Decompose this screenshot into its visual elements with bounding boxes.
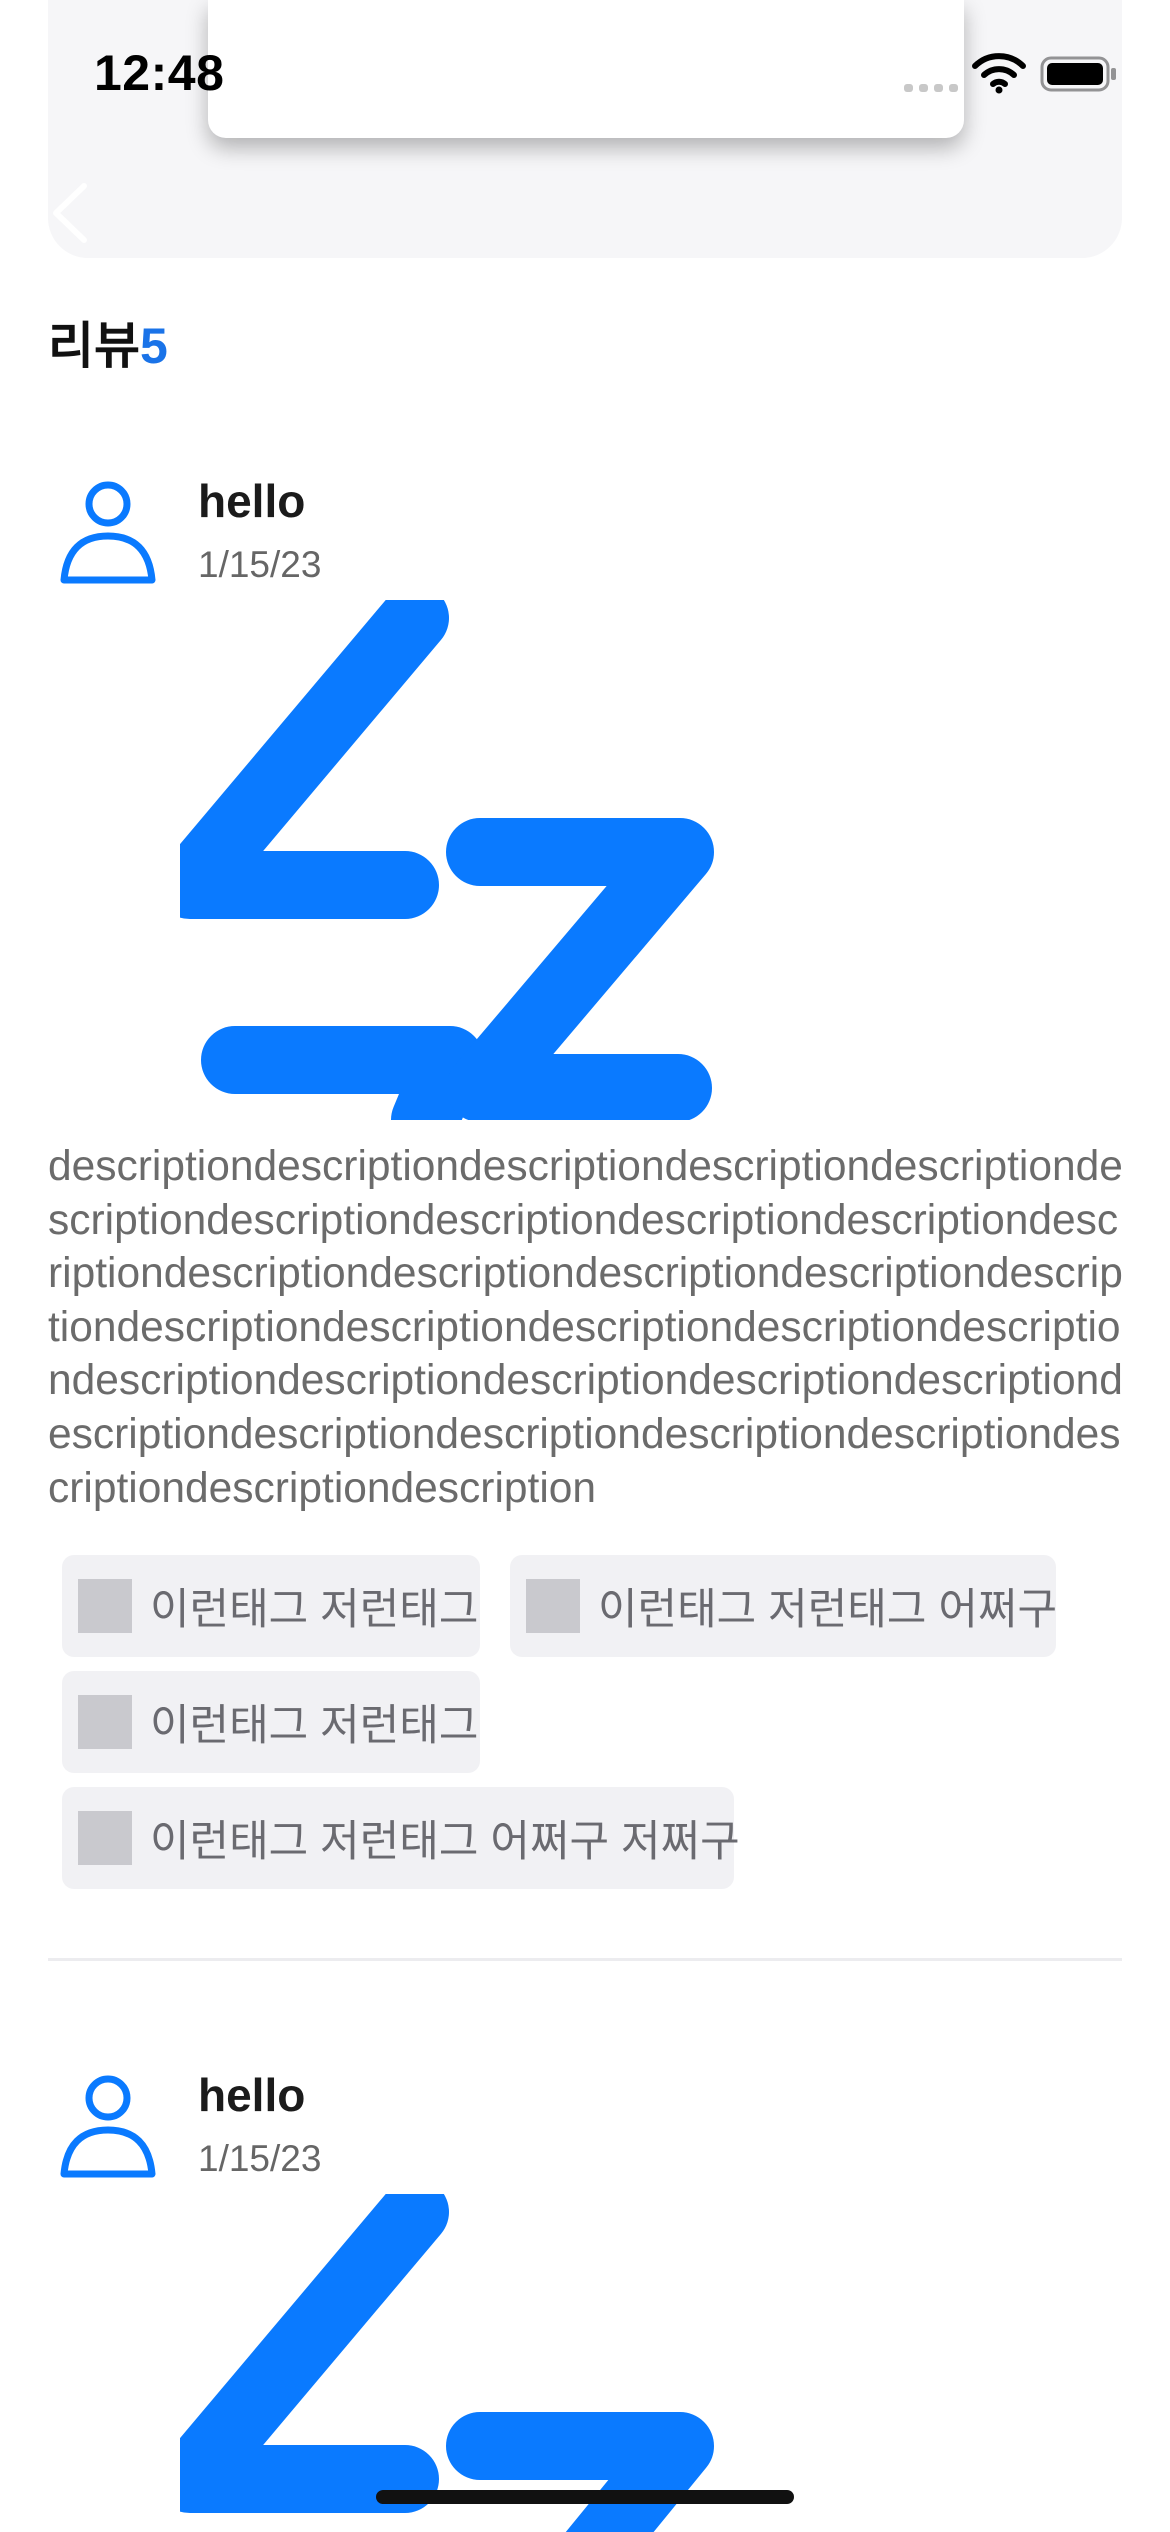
- cellular-signal-icon: [904, 84, 958, 92]
- person-icon: [60, 2075, 156, 2178]
- tag-chip[interactable]: 이런태그 저런태그: [62, 1671, 480, 1773]
- tag-label: 이런태그 저런태그 어쩌구 저쩌구: [150, 1818, 740, 1866]
- review-date: 1/15/23: [198, 2138, 322, 2179]
- person-icon: [60, 481, 156, 584]
- tag-label: 이런태그 저런태그 어쩌구: [598, 1586, 1058, 1634]
- reviews-title: 리뷰5: [48, 306, 168, 378]
- screen: 12:48 리뷰5 hello 1/15/23 descriptiondescr…: [0, 0, 1170, 2532]
- review-tags: 이런태그 저런태그 이런태그 저런태그 어쩌구 이런태그 저런태그 이런태그 저…: [62, 1555, 1122, 1895]
- header-card: [208, 0, 964, 138]
- wifi-icon: [972, 53, 1026, 94]
- review-date: 1/15/23: [198, 544, 322, 585]
- battery-icon: [1040, 56, 1116, 92]
- tag-label: 이런태그 저런태그: [150, 1702, 479, 1750]
- reviews-title-label: 리뷰: [48, 318, 140, 374]
- zz-sleep-icon[interactable]: [180, 600, 1040, 1120]
- tag-label: 이런태그 저런태그: [150, 1586, 479, 1634]
- chevron-left-icon[interactable]: [46, 178, 96, 248]
- home-indicator[interactable]: [376, 2490, 794, 2504]
- tag-chip[interactable]: 이런태그 저런태그 어쩌구: [510, 1555, 1058, 1657]
- reviews-count: 5: [140, 318, 168, 374]
- image-placeholder-icon: [78, 1579, 132, 1633]
- review-author: hello: [198, 475, 306, 527]
- status-time: 12:48: [94, 45, 225, 101]
- image-placeholder-icon: [78, 1695, 132, 1749]
- image-placeholder-icon: [78, 1811, 132, 1865]
- tag-chip[interactable]: 이런태그 저런태그: [62, 1555, 480, 1657]
- image-placeholder-icon: [526, 1579, 580, 1633]
- review-description: descriptiondescriptiondescriptiondescrip…: [48, 1143, 1123, 1512]
- zz-sleep-icon[interactable]: [180, 2194, 1040, 2532]
- review-divider: [48, 1958, 1122, 1961]
- review-author: hello: [198, 2069, 306, 2121]
- tag-chip[interactable]: 이런태그 저런태그 어쩌구 저쩌구: [62, 1787, 740, 1889]
